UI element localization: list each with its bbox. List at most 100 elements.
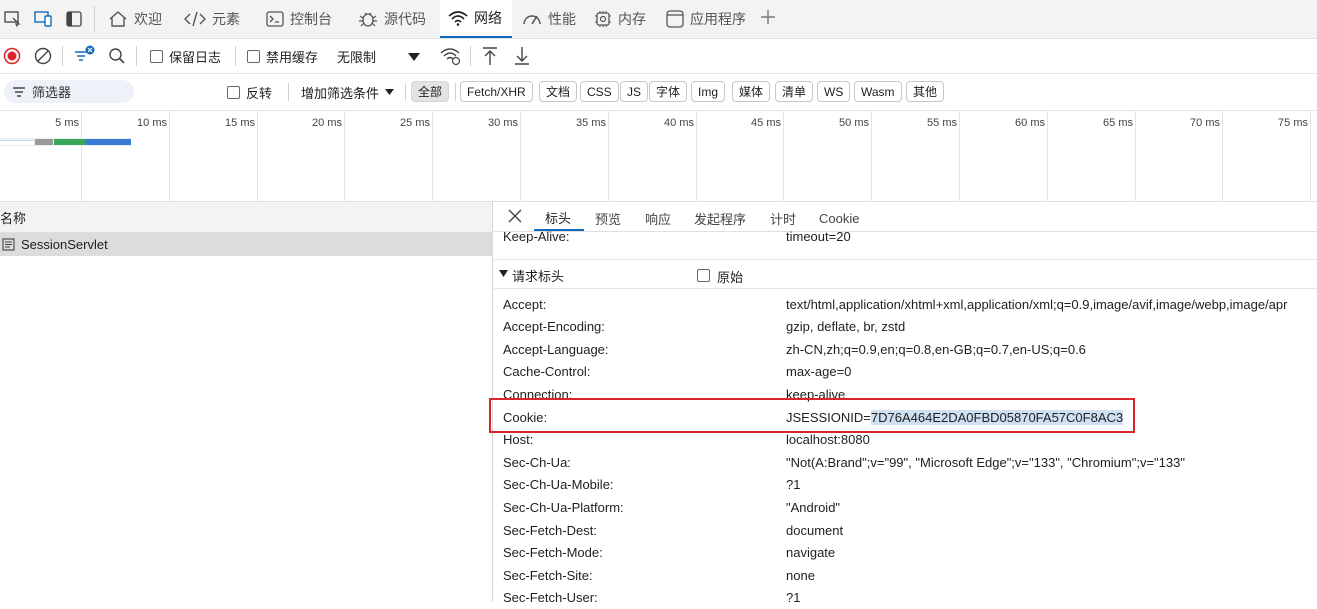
header-value: navigate [786,545,836,561]
chip-manifest[interactable]: 清单 [775,81,814,102]
header-name: Accept-Language: [503,341,609,357]
chevron-down-icon[interactable] [408,52,420,62]
device-emulation-icon[interactable] [34,10,54,28]
tab-welcome[interactable]: 欢迎 [104,0,174,38]
console-icon [266,11,284,27]
filter-input[interactable]: 筛选器 [4,80,134,103]
devtools-tab-bar: 欢迎 元素 控制台 源代码 网络 性能 内存 应用程序 [0,0,1317,39]
timeline-tick-label: 75 ms [1278,117,1308,129]
timeline-overview[interactable]: 5 ms 10 ms 15 ms 20 ms 25 ms 30 ms 35 ms 40 ms 4… [0,111,1317,202]
header-name: Accept: [503,296,547,312]
header-value: text/html,application/xhtml+xml,applicat… [786,296,1288,312]
chip-ws[interactable]: WS [817,81,851,102]
network-conditions-icon[interactable] [440,46,462,66]
header-name: Sec-Fetch-Dest: [503,522,597,538]
app-icon [666,10,684,28]
header-value: none [786,567,815,583]
header-value: "Android" [786,499,841,515]
chip-doc[interactable]: 文档 [539,81,578,102]
header-value: ?1 [786,477,801,493]
chip-font[interactable]: 字体 [649,81,688,102]
memory-icon [594,10,612,28]
filter-bar: 筛选器 反转 增加筛选条件 全部 Fetch/XHR 文档 CSS JS 字体 … [0,74,1317,111]
filter-toggle-icon[interactable] [74,45,96,65]
cookie-highlight-box [489,398,1135,433]
header-name: Cache-Control: [503,364,591,380]
checkbox-icon [227,85,240,99]
throttling-select[interactable]: 无限制 [337,39,376,73]
header-name: Sec-Fetch-Site: [503,567,593,583]
bug-icon [358,10,378,28]
chevron-down-icon [385,88,395,96]
header-name: Sec-Fetch-Mode: [503,545,603,561]
wifi-icon [448,10,468,26]
performance-icon [522,11,542,27]
clear-icon[interactable] [34,47,52,65]
chip-css[interactable]: CSS [580,81,619,102]
triangle-down-icon [499,270,508,278]
download-icon[interactable] [514,46,530,66]
tab-network[interactable]: 网络 [440,0,512,38]
tab-application[interactable]: 应用程序 [662,0,758,38]
request-row[interactable]: SessionServlet [0,233,492,256]
more-filters-dropdown[interactable]: 增加筛选条件 [301,74,395,110]
header-value: document [786,522,844,538]
header-name: Accept-Encoding: [503,319,605,335]
header-name: Sec-Ch-Ua: [503,454,571,470]
detail-tabs: 标头 预览 响应 发起程序 计时 Cookie [494,202,1317,232]
upload-icon[interactable] [482,46,498,66]
chip-other[interactable]: 其他 [906,81,945,102]
checkbox-icon [247,49,260,63]
name-column-header[interactable]: 名称 [0,202,492,233]
chip-js[interactable]: JS [620,81,649,102]
raw-checkbox[interactable] [697,269,710,282]
tab-cookies[interactable]: Cookie [819,206,859,231]
filter-icon [12,86,26,98]
tab-console[interactable]: 控制台 [262,0,342,38]
raw-label: 原始 [717,270,744,285]
partial-header-row: Keep-Alive: timeout=20 [494,231,1317,243]
tab-initiator[interactable]: 发起程序 [694,206,746,231]
network-toolbar: 保留日志 禁用缓存 无限制 [0,39,1317,74]
header-name: Sec-Fetch-User: [503,590,598,606]
disable-cache-checkbox[interactable]: 禁用缓存 [247,39,318,73]
tab-headers[interactable]: 标头 [534,206,584,231]
chip-wasm[interactable]: Wasm [854,81,902,102]
tab-timing[interactable]: 计时 [770,206,796,231]
timeline-queue-bar [0,140,34,145]
home-icon [108,10,128,28]
tab-response[interactable]: 响应 [645,206,671,231]
chip-img[interactable]: Img [691,81,726,102]
dock-icon[interactable] [66,11,82,27]
request-headers-section[interactable]: 请求标头 原始 [494,259,1317,289]
invert-checkbox[interactable]: 反转 [227,74,272,110]
header-value: max-age=0 [786,364,852,380]
add-tab-icon[interactable] [760,9,776,25]
tab-elements[interactable]: 元素 [180,0,250,38]
record-icon[interactable] [3,47,21,65]
timeline-stalled-bar [35,139,53,145]
document-icon [2,238,15,251]
header-name: Keep-Alive: [503,231,570,243]
checkbox-icon [150,49,163,63]
search-icon[interactable] [108,47,126,65]
chip-media[interactable]: 媒体 [732,81,771,102]
header-value: zh-CN,zh;q=0.9,en;q=0.8,en-GB;q=0.7,en-U… [786,341,1086,357]
tab-memory[interactable]: 内存 [590,0,656,38]
timeline-gridline [0,111,1311,201]
tab-preview[interactable]: 预览 [595,206,621,231]
header-name: Sec-Ch-Ua-Platform: [503,499,624,515]
inspect-icon[interactable] [4,11,22,27]
header-value: gzip, deflate, br, zstd [786,319,906,335]
close-icon[interactable] [508,209,522,223]
tab-performance[interactable]: 性能 [518,0,584,38]
request-list: 名称 SessionServlet [0,202,493,602]
code-icon [184,11,206,27]
chip-all[interactable]: 全部 [411,81,450,102]
timeline-download-bar [86,139,131,145]
tab-sources[interactable]: 源代码 [354,0,436,38]
chip-fetch-xhr[interactable]: Fetch/XHR [460,81,533,102]
preserve-log-checkbox[interactable]: 保留日志 [150,39,221,73]
header-name: Sec-Ch-Ua-Mobile: [503,477,614,493]
header-value: "Not(A:Brand";v="99", "Microsoft Edge";v… [786,454,1185,470]
